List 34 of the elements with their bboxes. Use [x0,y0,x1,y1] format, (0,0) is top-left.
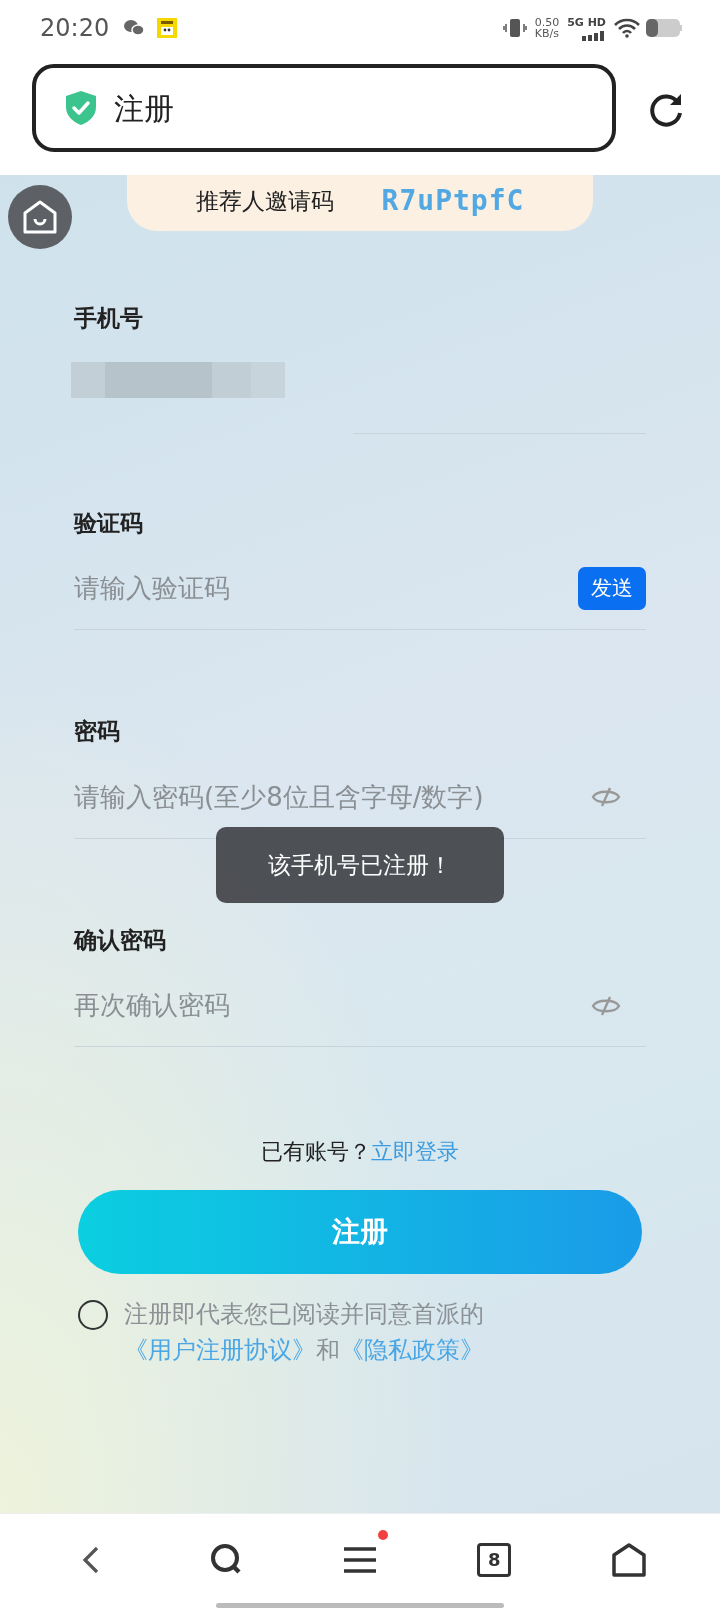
register-button[interactable]: 注册 [78,1190,642,1274]
battery-icon [646,19,682,37]
home-icon [610,1542,647,1578]
agreement-link[interactable]: 《隐私政策》 [340,1336,484,1364]
toast-message: 该手机号已注册！ [216,827,504,903]
password-input[interactable]: 再次确认密码 [74,986,586,1025]
send-code-button[interactable]: 发送 [578,566,646,611]
code-input[interactable]: 请输入验证码 [74,569,578,608]
tabs-button[interactable]: 8 [464,1530,525,1590]
field-label: 确认密码 [74,925,167,955]
network-type: 5G HD [567,14,606,31]
agreement-link[interactable]: 《用户注册协议》 [124,1336,316,1364]
status-time: 20:20 [40,13,110,44]
wifi-icon [614,18,640,38]
field-label: 密码 [74,717,121,746]
app-notification-icon [157,18,178,38]
home-icon [22,199,58,235]
chat-app-icon [123,19,146,37]
field-label: 手机号 [74,304,144,333]
vibrate-icon [502,17,527,39]
signal-icon [582,31,606,42]
password-input[interactable]: 请输入密码(至少8位且含字母/数字) [74,777,586,817]
invite-label: 推荐人邀请码 [195,186,334,216]
field-label: 验证码 [74,508,144,538]
login-link[interactable]: 立即登录 [371,1139,459,1164]
network-speed-unit: KB/s [534,28,560,39]
address-bar[interactable]: 注册 [32,64,616,152]
invite-code: R7uPtpfC [381,183,525,219]
agreement-text: 注册即代表您已阅读并同意首派的 《用户注册协议》和《隐私政策》 [124,1299,485,1366]
security-shield-icon [64,90,98,126]
agree-checkbox[interactable] [78,1300,108,1330]
login-prompt: 已有账号？ [261,1139,371,1164]
page-title: 注册 [114,89,174,128]
network-speed: 0.50 [534,17,560,28]
